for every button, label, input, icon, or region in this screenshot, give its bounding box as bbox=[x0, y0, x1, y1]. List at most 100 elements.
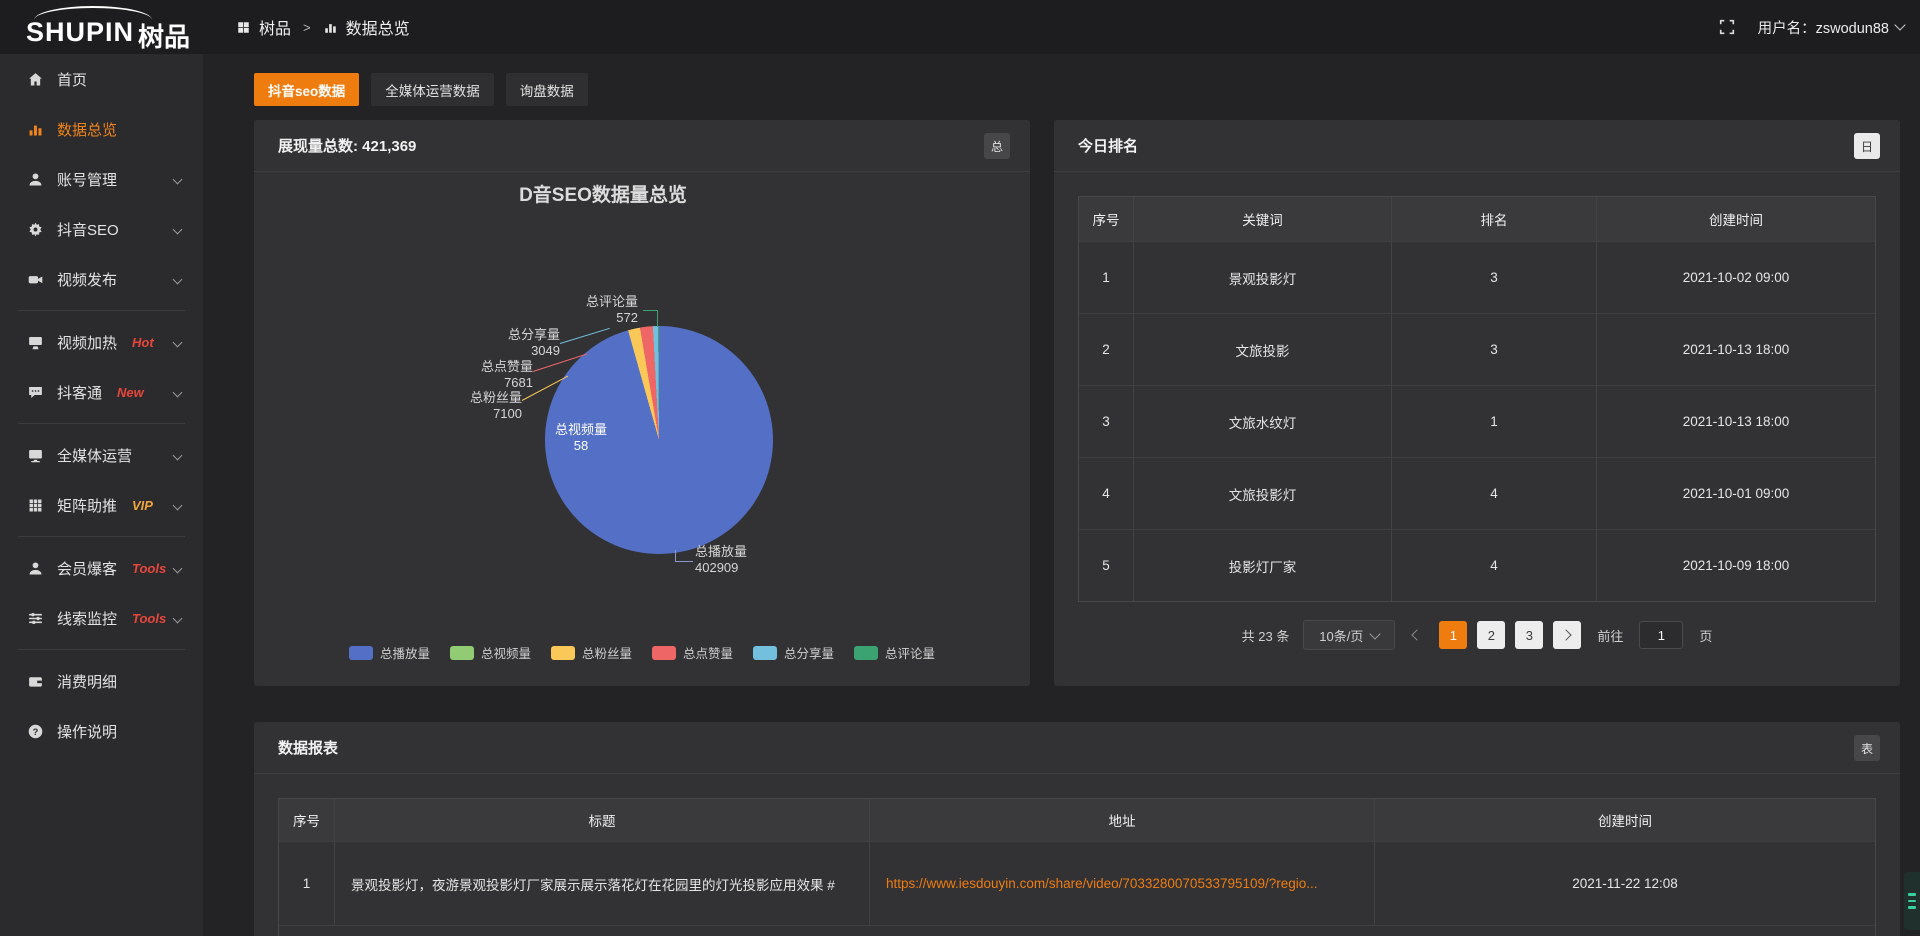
chat-bubble-icon bbox=[27, 384, 44, 401]
cell-keyword: 投影灯厂家 bbox=[1134, 529, 1392, 601]
video-link[interactable]: https://www.iesdouyin.com/share/video/70… bbox=[886, 876, 1318, 891]
tab-media-operation[interactable]: 全媒体运营数据 bbox=[371, 73, 494, 106]
breadcrumb-separator: > bbox=[299, 20, 315, 35]
cell-rank: 3 bbox=[1392, 313, 1597, 385]
cell-index: 1 bbox=[279, 841, 335, 925]
sidebar-divider bbox=[18, 649, 185, 650]
ranking-panel-header: 今日排名 日 bbox=[1054, 120, 1900, 172]
page-button-1[interactable]: 1 bbox=[1439, 621, 1467, 649]
legend-item-comments[interactable]: 总评论量 bbox=[854, 643, 935, 662]
user-menu[interactable]: 用户名：zswodun88 bbox=[1758, 17, 1904, 38]
tab-douyin-seo[interactable]: 抖音seo数据 bbox=[254, 73, 359, 106]
sidebar-item-account[interactable]: 账号管理 bbox=[0, 154, 203, 204]
day-badge-button[interactable]: 日 bbox=[1854, 133, 1880, 159]
sidebar-item-consumption[interactable]: 消费明细 bbox=[0, 656, 203, 706]
legend-item-likes[interactable]: 总点赞量 bbox=[652, 643, 733, 662]
sliders-icon bbox=[27, 610, 44, 627]
table-header-row: 序号 标题 地址 创建时间 bbox=[279, 799, 1875, 841]
cell-created: 2021-11-22 12:08 bbox=[1375, 841, 1875, 925]
cell-created: 2021-10-13 18:00 bbox=[1597, 385, 1875, 457]
legend-item-shares[interactable]: 总分享量 bbox=[753, 643, 834, 662]
report-title: 数据报表 bbox=[278, 737, 338, 758]
page-button-2[interactable]: 2 bbox=[1477, 621, 1505, 649]
legend-item-plays[interactable]: 总播放量 bbox=[349, 643, 430, 662]
next-page-button[interactable] bbox=[1553, 621, 1581, 649]
logo-text-en: SHUPIN bbox=[26, 17, 134, 48]
topbar-right: 用户名：zswodun88 bbox=[1718, 0, 1904, 54]
sidebar-item-instructions[interactable]: ? 操作说明 bbox=[0, 706, 203, 756]
total-badge-button[interactable]: 总 bbox=[984, 133, 1010, 159]
bar-chart-icon bbox=[323, 20, 338, 35]
table-badge-button[interactable]: 表 bbox=[1854, 735, 1880, 761]
sidebar-item-data-overview[interactable]: 数据总览 bbox=[0, 104, 203, 154]
legend-swatch bbox=[652, 646, 676, 660]
data-tabs: 抖音seo数据 全媒体运营数据 询盘数据 bbox=[254, 73, 588, 106]
chart-legend: 总播放量 总视频量 总粉丝量 总点赞量 总分享量 bbox=[254, 643, 1030, 662]
chevron-down-icon bbox=[173, 613, 183, 623]
sidebar-item-lead-monitor[interactable]: 线索监控 Tools bbox=[0, 593, 203, 643]
widget-line bbox=[1908, 893, 1916, 896]
pagination-total: 共 23 条 bbox=[1242, 626, 1290, 645]
report-table: 序号 标题 地址 创建时间 1 景观投影灯，夜游景观投影灯厂家展示展示落花灯在花… bbox=[278, 798, 1876, 936]
overview-panel: 展现量总数: 421,369 总 D音SEO数据量总览 总评论量 572 总分享… bbox=[254, 120, 1030, 686]
monitor-icon bbox=[27, 447, 44, 464]
fullscreen-icon[interactable] bbox=[1718, 18, 1736, 36]
topbar: SHUPIN 树品 树品 > 数据总览 用户名：zswodun88 bbox=[0, 0, 1920, 54]
table-header-row: 序号 关键词 排名 创建时间 bbox=[1079, 197, 1875, 241]
chart-title: D音SEO数据量总览 bbox=[254, 180, 952, 207]
column-header: 关键词 bbox=[1134, 197, 1392, 241]
chevron-down-icon bbox=[173, 337, 183, 347]
ranking-panel: 今日排名 日 序号 关键词 排名 创建时间 1 景观投影灯 3 2021-10-… bbox=[1054, 120, 1900, 686]
sidebar-item-douketong[interactable]: 抖客通 New bbox=[0, 367, 203, 417]
goto-label: 前往 bbox=[1597, 626, 1623, 645]
sidebar-item-home[interactable]: 首页 bbox=[0, 54, 203, 104]
cell-rank: 4 bbox=[1392, 529, 1597, 601]
sidebar-item-video-publish[interactable]: 视频发布 bbox=[0, 254, 203, 304]
page-size-select[interactable]: 10条/页 bbox=[1303, 620, 1395, 650]
table-row: 1 景观投影灯 3 2021-10-02 09:00 bbox=[1079, 241, 1875, 313]
floating-support-widget[interactable] bbox=[1904, 872, 1920, 930]
sidebar: 首页 数据总览 账号管理 抖音SEO 视频发布 视频加热 Hot 抖客通 New… bbox=[0, 54, 203, 936]
cell-created: 2021-10-01 09:00 bbox=[1597, 457, 1875, 529]
user-icon bbox=[27, 171, 44, 188]
home-icon bbox=[27, 71, 44, 88]
tools-tag: Tools bbox=[132, 611, 166, 626]
chevron-down-icon bbox=[173, 224, 183, 234]
breadcrumb-root[interactable]: 树品 bbox=[259, 15, 291, 39]
tab-inquiry[interactable]: 询盘数据 bbox=[506, 73, 588, 106]
column-header: 地址 bbox=[870, 799, 1375, 841]
table-row: 4 文旅投影灯 4 2021-10-01 09:00 bbox=[1079, 457, 1875, 529]
cell-rank: 1 bbox=[1392, 385, 1597, 457]
pie-label-fans: 总粉丝量 7100 bbox=[422, 390, 522, 422]
sidebar-item-douyin-seo[interactable]: 抖音SEO bbox=[0, 204, 203, 254]
table-row: 2 文旅投影 3 2021-10-13 18:00 bbox=[1079, 313, 1875, 385]
goto-page-input[interactable] bbox=[1639, 621, 1683, 649]
sidebar-item-media-operation[interactable]: 全媒体运营 bbox=[0, 430, 203, 480]
pie-callout-line bbox=[643, 310, 658, 327]
tools-tag: Tools bbox=[132, 561, 166, 576]
bar-chart-icon bbox=[27, 121, 44, 138]
legend-swatch bbox=[450, 646, 474, 660]
breadcrumb: 树品 > 数据总览 bbox=[236, 0, 410, 54]
column-header: 序号 bbox=[1079, 197, 1134, 241]
legend-item-videos[interactable]: 总视频量 bbox=[450, 643, 531, 662]
username-label: 用户名：zswodun88 bbox=[1758, 17, 1889, 38]
sidebar-item-member-baoke[interactable]: 会员爆客 Tools bbox=[0, 543, 203, 593]
monitor-icon bbox=[27, 334, 44, 351]
sidebar-divider bbox=[18, 536, 185, 537]
gear-icon bbox=[27, 221, 44, 238]
chevron-down-icon bbox=[173, 450, 183, 460]
legend-item-fans[interactable]: 总粉丝量 bbox=[551, 643, 632, 662]
cell-index: 1 bbox=[1079, 241, 1134, 313]
cell-keyword: 文旅投影灯 bbox=[1134, 457, 1392, 529]
goto-unit: 页 bbox=[1699, 626, 1712, 645]
page-button-3[interactable]: 3 bbox=[1515, 621, 1543, 649]
prev-page-button[interactable] bbox=[1405, 621, 1429, 649]
table-row: 5 投影灯厂家 4 2021-10-09 18:00 bbox=[1079, 529, 1875, 601]
sidebar-item-matrix-boost[interactable]: 矩阵助推 VIP bbox=[0, 480, 203, 530]
sidebar-item-video-heat[interactable]: 视频加热 Hot bbox=[0, 317, 203, 367]
grid-matrix-icon bbox=[27, 497, 44, 514]
chevron-down-icon bbox=[173, 563, 183, 573]
column-header: 创建时间 bbox=[1597, 197, 1875, 241]
breadcrumb-current[interactable]: 数据总览 bbox=[346, 15, 410, 39]
